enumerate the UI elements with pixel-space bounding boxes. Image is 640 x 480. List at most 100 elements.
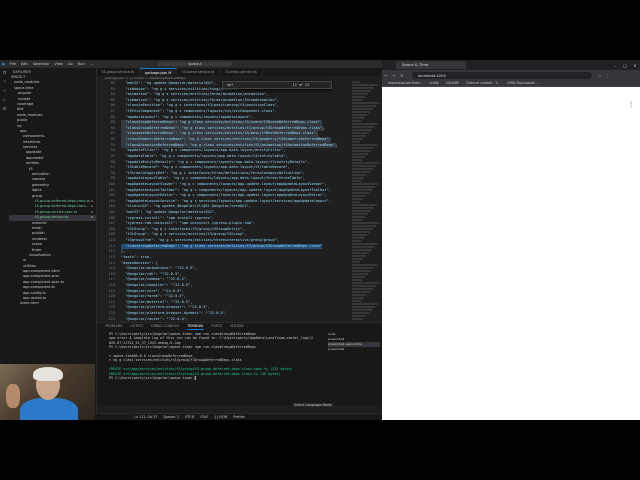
find-widget[interactable]: def 12 of 13 [222,81,332,89]
git-status-badge: U [90,215,93,220]
minimap-line [352,207,374,209]
bookmark-item[interactable]: Channel content - Y... [466,81,500,85]
forward-icon[interactable]: → [390,73,398,78]
minimap-line [352,282,379,284]
menu-edit[interactable]: Edit [21,62,28,66]
run-debug-icon[interactable]: ▷ [0,95,9,104]
browser-toolbar: ← → ↻ localhost:4200 ☆ ⋮ [382,70,640,80]
webcam-hair [33,367,63,381]
status-item[interactable]: UTF-8 [185,414,194,420]
minimap-line [352,81,360,83]
panel-tab[interactable]: GITLENS [230,323,244,330]
status-item[interactable]: Spaces: 2 [163,414,179,420]
editor-tab[interactable]: t3-mesh.service.ts [220,68,263,76]
maximize-icon[interactable]: □ [620,63,630,68]
editor-tab[interactable]: t3-scene.service.ts [177,68,221,76]
status-item[interactable]: Ln 111, Col 37 [134,414,157,420]
minimap-line [352,114,367,116]
minimap-line [352,279,362,281]
panel-tab[interactable]: PROBLEMS [105,323,122,330]
code-text: "classGroupDeferredDeps": "ng g class se… [121,243,323,250]
bookmark-item[interactable]: SQUARE [446,81,459,85]
panel-tab[interactable]: PORTS [212,323,222,330]
panel-tab[interactable]: OUTPUT [130,323,143,330]
minimap-line [352,219,362,221]
file-tree: SPACE-T node_modules space-time .angular .vs… [9,75,96,307]
source-control-icon[interactable]: ⑂ [0,86,9,95]
editor-tab[interactable]: package.json M [139,68,178,76]
minimap-line [352,270,371,272]
minimap-line [352,174,367,176]
minimap-line [352,285,376,287]
menu-run[interactable]: Run [78,62,85,66]
menu-selection[interactable]: Selection [33,62,50,66]
minimap-line [352,135,366,137]
bookmark-item[interactable]: Impressionism from... [388,81,423,85]
minimize-icon[interactable]: – [610,63,620,68]
minimap-line [352,306,375,308]
reload-icon[interactable]: ↻ [398,73,406,78]
extensions-icon[interactable]: ⊞ [0,104,9,113]
minimap-line [352,267,374,269]
minimap[interactable] [352,81,380,331]
editor-tab[interactable]: t3-group.service.ts [97,68,140,76]
explorer-icon[interactable]: ❐ [0,68,9,77]
minimap-line [352,192,369,194]
page-menu-icon[interactable]: ⋮ [628,101,634,108]
bookmark-item[interactable]: crafty [430,81,439,85]
find-match-count: 12 of 13 [292,83,309,87]
minimap-line [352,222,379,224]
minimap-line [352,288,373,290]
find-input[interactable]: def [227,83,233,87]
minimap-line [352,273,368,275]
minimap-line [352,102,379,104]
terminal-list-item[interactable]: powershell [328,347,380,352]
search-icon[interactable]: ⌕ [0,77,9,86]
browser-tab-title: Space & Time [402,62,429,67]
terminal-line: PS C:\Users\marty\src\Angular\space-time… [109,375,197,380]
panel-tab[interactable]: DEBUG CONSOLE [151,323,179,330]
minimap-line [352,213,368,215]
terminal[interactable]: PS C:\Users\marty\src\Angular\space-time… [109,332,319,404]
explorer-sidebar: EXPLORER SPACE-T node_modules space-time .a… [9,68,97,413]
minimap-line [352,126,375,128]
code-line: 111 "classGroupDeferredDeps": "ng g clas… [97,243,357,250]
minimap-line [352,138,363,140]
vscode-logo-icon: ◆ [2,62,5,66]
minimap-line [352,93,368,95]
tree-item[interactable]: index.html [9,301,96,306]
minimap-line [352,87,374,89]
browser-tab[interactable]: Space & Time [396,61,466,69]
minimap-line [352,276,365,278]
menu-go[interactable]: Go [68,62,73,66]
minimap-line [352,204,377,206]
code-editor[interactable]: 82 "mat22": "ng update @angular/material… [97,81,357,331]
status-item[interactable]: Prettier [233,414,245,420]
minimap-line [352,183,378,185]
address-bar[interactable]: localhost:4200 [412,71,592,79]
panel-tab[interactable]: TERMINAL [187,323,204,330]
back-icon[interactable]: ← [382,73,390,78]
minimap-line [352,156,365,158]
minimap-line [352,141,360,143]
status-item[interactable]: CRLF [200,414,208,420]
menu-file[interactable]: File [10,62,16,66]
minimap-line [352,315,366,317]
minimap-line [352,180,361,182]
minimap-line [352,165,376,167]
close-icon[interactable]: ✕ [630,63,640,68]
menu-more[interactable]: … [90,62,94,66]
minimap-line [352,84,377,86]
command-center-search[interactable]: space-t [158,62,232,66]
minimap-line [352,111,370,113]
bookmark-star-icon[interactable]: ☆ [596,73,604,78]
menu-view[interactable]: View [54,62,63,66]
minimap-line [352,171,370,173]
browser-menu-icon[interactable]: ⋮ [604,73,612,78]
minimap-line [352,96,365,98]
minimap-line [352,264,377,266]
window-controls: – □ ✕ [610,63,640,68]
status-item[interactable]: {} JSON [214,414,227,420]
minimap-line [352,159,362,161]
bookmark-item[interactable]: (298) Psychopath ... [507,81,539,85]
